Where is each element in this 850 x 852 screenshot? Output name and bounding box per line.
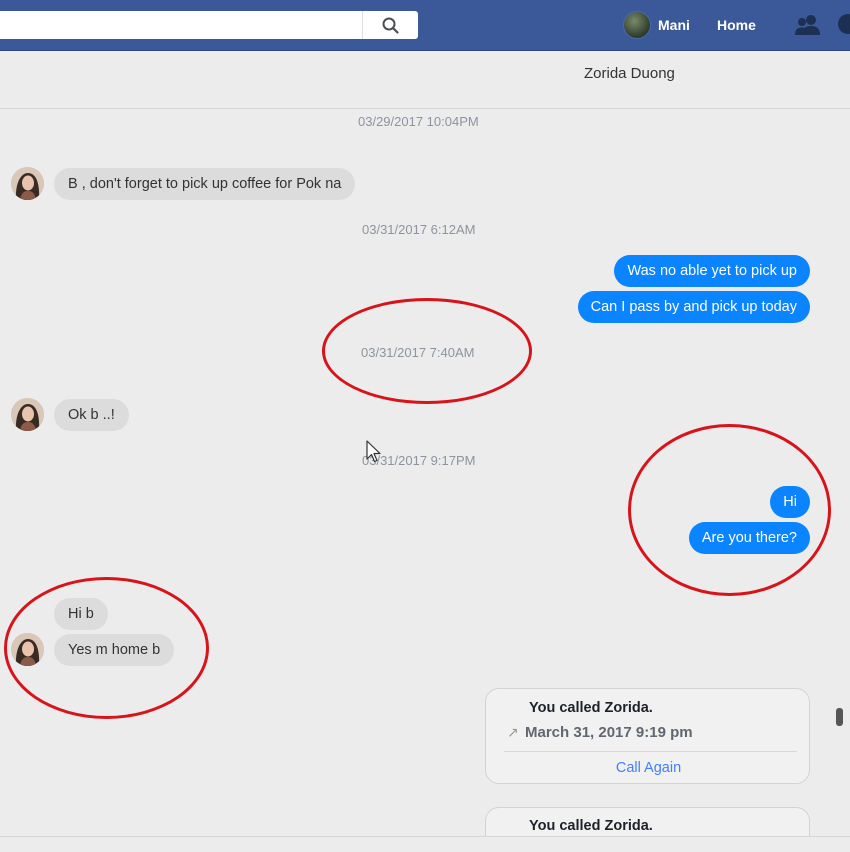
message-timestamp: 03/31/2017 6:12AM [362,222,476,237]
annotation-ellipse [4,577,209,719]
messages-icon[interactable] [836,14,850,36]
outgoing-call-arrow-icon: ↗ [507,724,519,740]
contact-avatar[interactable] [11,398,44,431]
call-again-button[interactable]: Call Again [486,760,811,776]
contact-photo-icon [11,398,44,431]
outgoing-message[interactable]: Can I pass by and pick up today [577,291,810,323]
message-timestamp: 03/29/2017 10:04PM [358,114,479,129]
search-button[interactable] [362,11,418,39]
nav-home-link[interactable]: Home [717,17,756,33]
call-divider [504,751,797,752]
friends-icon[interactable] [794,14,822,36]
contact-name[interactable]: Zorida Duong [584,65,675,82]
search-icon [382,17,399,34]
mouse-cursor-icon [366,440,381,463]
nav-user-name[interactable]: Mani [658,17,690,33]
top-bar: Mani Home [0,0,850,51]
message-composer[interactable] [0,836,850,852]
contact-avatar[interactable] [11,167,44,200]
call-title: You called Zorida. [529,700,653,716]
annotation-ellipse [322,298,532,404]
call-title: You called Zorida. [529,818,653,834]
annotation-ellipse [628,424,831,596]
contact-photo-icon [11,167,44,200]
incoming-message[interactable]: Ok b ..! [54,399,129,431]
call-log-card: You called Zorida. ↗ March 31, 2017 9:19… [485,688,810,784]
outgoing-message[interactable]: Was no able yet to pick up [614,255,810,287]
user-avatar[interactable] [623,11,651,39]
scrollbar-thumb[interactable] [836,708,843,726]
search-input[interactable] [0,11,418,39]
conversation-header: Zorida Duong [0,51,850,109]
call-date: March 31, 2017 9:19 pm [525,724,693,741]
incoming-message[interactable]: B , don't forget to pick up coffee for P… [54,168,356,200]
